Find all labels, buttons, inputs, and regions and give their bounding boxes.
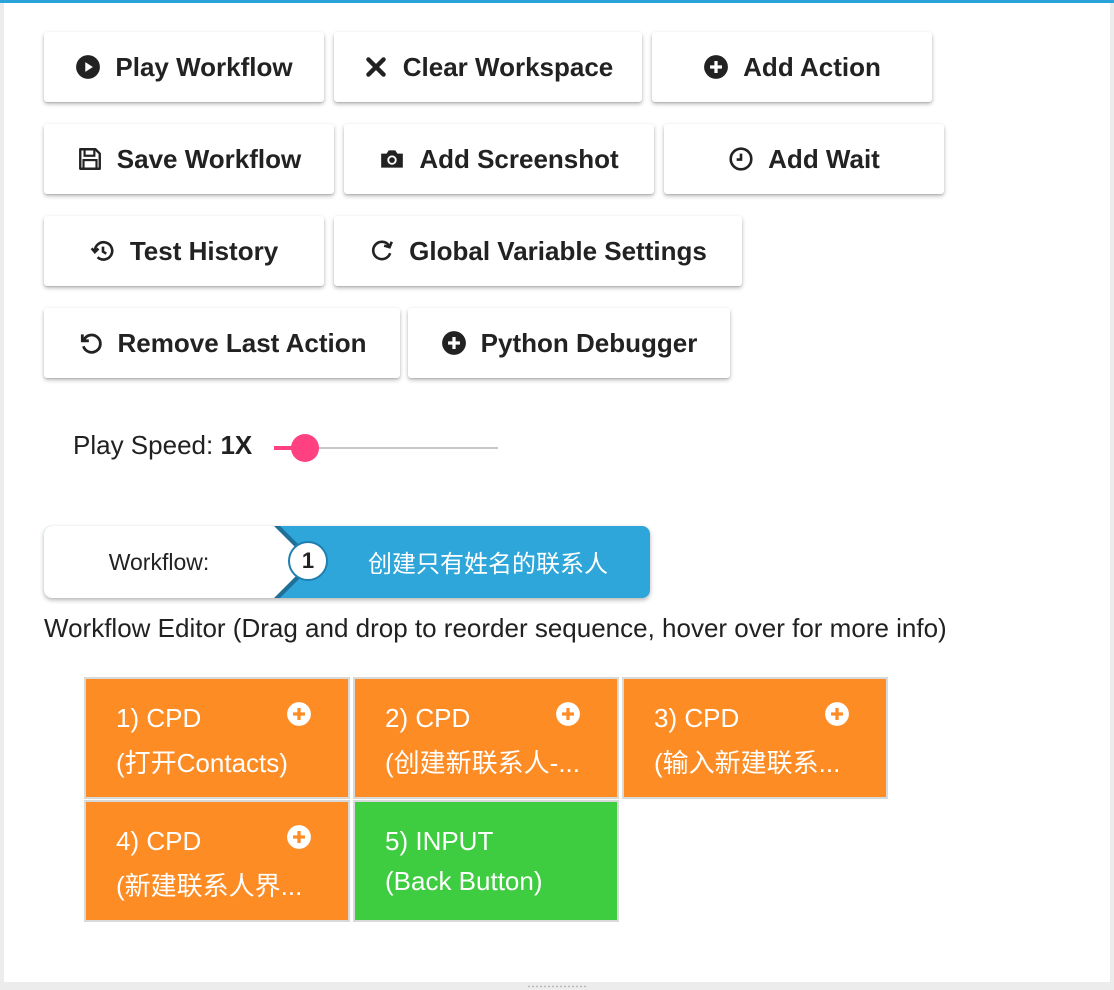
save-workflow-label: Save Workflow <box>116 143 302 174</box>
remove-last-action-label: Remove Last Action <box>117 327 367 358</box>
play-speed-value: 1X <box>220 430 253 460</box>
workflow-tile-4[interactable]: 4) CPD (新建联系人界... <box>84 800 350 922</box>
add-wait-button[interactable]: Add Wait <box>664 124 944 194</box>
workflow-tile-3[interactable]: 3) CPD (输入新建联系... <box>622 677 888 799</box>
test-history-button[interactable]: Test History <box>44 216 324 286</box>
add-after-icon[interactable] <box>555 701 581 727</box>
workflow-tile-1[interactable]: 1) CPD (打开Contacts) <box>84 677 350 799</box>
tile-title: 4) CPD <box>116 826 202 856</box>
add-after-icon[interactable] <box>286 824 312 850</box>
workflow-tile-2[interactable]: 2) CPD (创建新联系人-... <box>353 677 619 799</box>
slider-thumb[interactable] <box>291 434 319 462</box>
remove-last-action-button[interactable]: Remove Last Action <box>44 308 400 378</box>
save-workflow-button[interactable]: Save Workflow <box>44 124 334 194</box>
tile-subtitle: (新建联系人界... <box>116 871 303 901</box>
camera-icon <box>379 146 405 172</box>
global-variable-settings-button[interactable]: Global Variable Settings <box>334 216 742 286</box>
tile-subtitle: (Back Button) <box>385 866 543 896</box>
play-circle-icon <box>75 54 101 80</box>
floppy-disk-icon <box>77 146 103 172</box>
clear-workspace-label: Clear Workspace <box>402 51 614 82</box>
python-debugger-label: Python Debugger <box>480 327 698 358</box>
add-action-label: Add Action <box>743 51 881 82</box>
tile-title: 5) INPUT <box>385 826 494 856</box>
add-after-icon[interactable] <box>824 701 850 727</box>
add-action-button[interactable]: Add Action <box>652 32 932 102</box>
tile-subtitle: (输入新建联系... <box>654 748 841 778</box>
clock-icon <box>728 146 754 172</box>
global-variable-settings-label: Global Variable Settings <box>409 235 707 266</box>
plus-circle-icon <box>441 330 467 356</box>
breadcrumb-step-number[interactable]: 1 <box>288 541 328 581</box>
undo-icon <box>78 330 104 356</box>
add-after-icon[interactable] <box>286 701 312 727</box>
clear-workspace-button[interactable]: Clear Workspace <box>334 32 642 102</box>
add-screenshot-label: Add Screenshot <box>419 143 619 174</box>
play-workflow-button[interactable]: Play Workflow <box>44 32 324 102</box>
python-debugger-button[interactable]: Python Debugger <box>408 308 730 378</box>
plus-circle-icon <box>703 54 729 80</box>
history-icon <box>90 238 116 264</box>
play-speed-slider[interactable] <box>274 426 498 470</box>
tile-title: 1) CPD <box>116 703 202 733</box>
resize-handle[interactable] <box>527 985 587 988</box>
add-screenshot-button[interactable]: Add Screenshot <box>344 124 654 194</box>
breadcrumb-workflow-label: Workflow: <box>44 526 274 598</box>
tile-title: 2) CPD <box>385 703 471 733</box>
tile-subtitle: (打开Contacts) <box>116 748 288 778</box>
play-speed: Play Speed: 1X <box>73 430 252 461</box>
test-history-label: Test History <box>129 235 279 266</box>
tile-title: 3) CPD <box>654 703 740 733</box>
play-speed-label: Play Speed: <box>73 430 214 460</box>
add-wait-label: Add Wait <box>768 143 880 174</box>
play-workflow-label: Play Workflow <box>115 51 293 82</box>
tile-subtitle: (创建新联系人-... <box>385 748 580 778</box>
workflow-tile-5[interactable]: 5) INPUT (Back Button) <box>353 800 619 922</box>
close-icon <box>363 54 389 80</box>
breadcrumb-workflow-title[interactable]: 创建只有姓名的联系人 <box>368 544 608 579</box>
sync-icon <box>369 238 395 264</box>
workflow-editor-label: Workflow Editor (Drag and drop to reorde… <box>44 613 947 643</box>
